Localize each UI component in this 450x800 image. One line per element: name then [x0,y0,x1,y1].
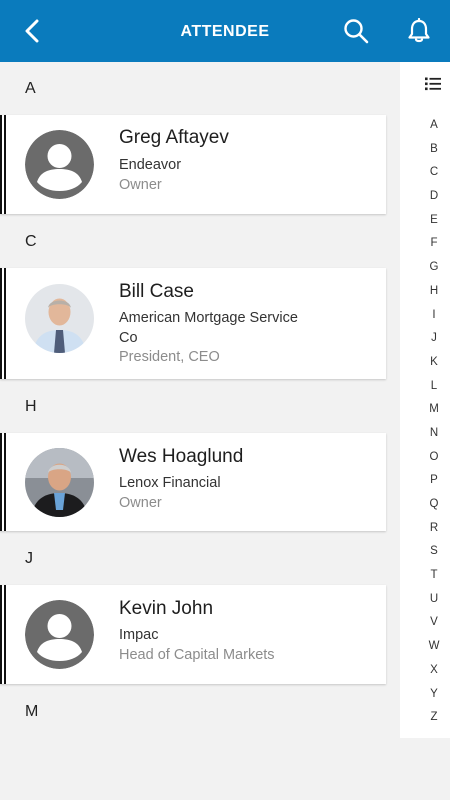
notification-bell-icon[interactable] [404,16,434,46]
alphabet-index-panel: ABCDEFGHIJKLMNOPQRSTUVWXYZ [400,62,450,738]
avatar-photo [25,448,94,517]
index-letter-f[interactable]: F [425,236,443,260]
index-letter-g[interactable]: G [425,260,443,284]
attendee-list[interactable]: A Greg Aftayev Endeavor Owner C Bill Cas… [0,62,402,800]
index-letter-p[interactable]: P [425,473,443,497]
list-view-icon[interactable] [425,77,441,96]
attendee-card[interactable]: Wes Hoaglund Lenox Financial Owner [0,433,386,531]
index-letter-s[interactable]: S [425,544,443,568]
index-letter-t[interactable]: T [425,568,443,592]
card-edge-marker [0,433,6,531]
index-letter-e[interactable]: E [425,213,443,237]
attendee-company: Impac [119,627,159,643]
index-letter-j[interactable]: J [425,331,443,355]
attendee-card[interactable]: Kevin John Impac Head of Capital Markets [0,585,386,684]
alphabet-index: ABCDEFGHIJKLMNOPQRSTUVWXYZ [425,118,443,734]
index-letter-m[interactable]: M [425,402,443,426]
index-letter-u[interactable]: U [425,592,443,616]
card-edge-marker [0,268,6,379]
attendee-role: President, CEO [119,349,220,365]
index-letter-k[interactable]: K [425,355,443,379]
section-header-m: M [25,703,39,720]
card-edge-marker [0,585,6,684]
index-letter-y[interactable]: Y [425,687,443,711]
attendee-company: American Mortgage Service Co [119,310,298,346]
index-letter-d[interactable]: D [425,189,443,213]
search-icon[interactable] [341,16,371,46]
card-edge-marker [0,115,6,214]
attendee-name: Greg Aftayev [119,127,229,148]
avatar-placeholder [25,130,94,199]
index-letter-h[interactable]: H [425,284,443,308]
attendee-name: Kevin John [119,598,214,619]
attendee-role: Head of Capital Markets [119,647,275,663]
attendee-company: Lenox Financial [119,475,221,491]
index-letter-c[interactable]: C [425,165,443,189]
section-header-c: C [25,233,37,250]
index-letter-q[interactable]: Q [425,497,443,521]
page-title: ATTENDEE [180,23,270,40]
section-header-a: A [25,80,36,97]
index-letter-z[interactable]: Z [425,710,443,734]
attendee-role: Owner [119,495,162,511]
attendee-company: Endeavor [119,157,182,173]
avatar-placeholder [25,600,94,669]
section-header-j: J [25,550,33,567]
attendee-card[interactable]: Bill Case American Mortgage Service Co P… [0,268,386,379]
index-letter-x[interactable]: X [425,663,443,687]
index-letter-n[interactable]: N [425,426,443,450]
avatar-photo [25,284,94,353]
index-letter-b[interactable]: B [425,142,443,166]
attendee-card[interactable]: Greg Aftayev Endeavor Owner [0,115,386,214]
section-header-h: H [25,398,37,415]
index-letter-o[interactable]: O [425,450,443,474]
index-letter-a[interactable]: A [425,118,443,142]
top-app-bar: ATTENDEE [0,0,450,62]
attendee-role: Owner [119,177,162,193]
index-letter-r[interactable]: R [425,521,443,545]
attendee-name: Wes Hoaglund [119,446,244,467]
index-letter-w[interactable]: W [425,639,443,663]
index-letter-v[interactable]: V [425,615,443,639]
attendee-name: Bill Case [119,281,194,302]
index-letter-l[interactable]: L [425,379,443,403]
index-letter-i[interactable]: I [425,308,443,332]
